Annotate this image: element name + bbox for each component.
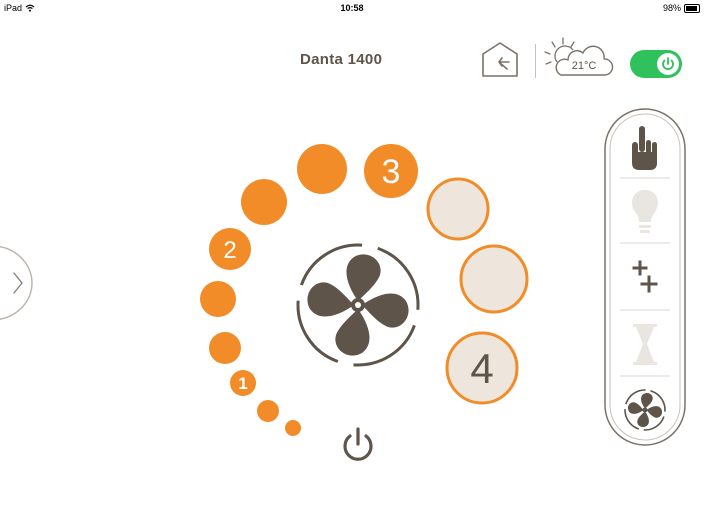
speed-label-2: 2 (223, 237, 236, 264)
speed-step[interactable] (426, 177, 490, 241)
fan-icon (296, 243, 420, 367)
speed-step[interactable] (209, 332, 241, 364)
speed-dial: 1 2 3 4 (200, 144, 529, 461)
mode-panel (604, 108, 686, 446)
speed-label-3: 3 (382, 153, 401, 191)
speed-step[interactable] (285, 420, 301, 436)
speed-step[interactable] (241, 179, 287, 225)
speed-power-icon[interactable] (343, 427, 373, 461)
speed-step[interactable] (200, 281, 236, 317)
speed-step[interactable] (257, 400, 279, 422)
speed-step[interactable] (459, 244, 529, 314)
speed-label-1: 1 (238, 374, 247, 393)
speed-step[interactable] (297, 144, 347, 194)
speed-label-4: 4 (470, 345, 493, 392)
